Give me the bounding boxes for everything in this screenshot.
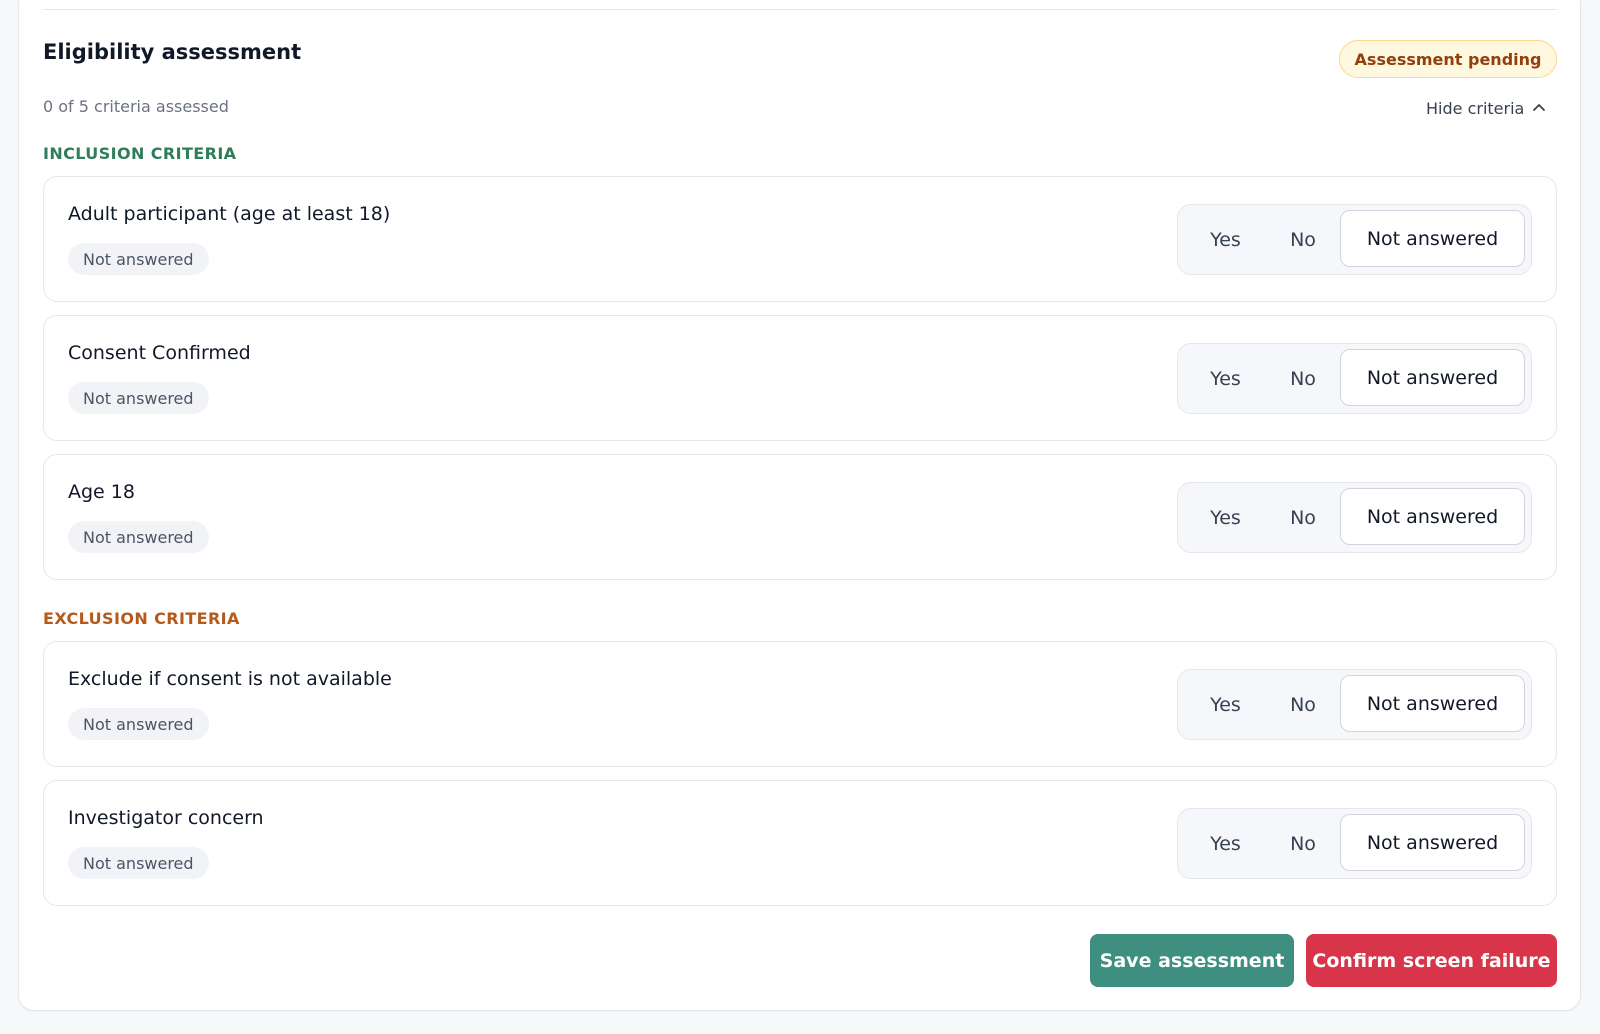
top-divider [43,9,1557,10]
hide-criteria-label: Hide criteria [1426,98,1525,118]
exclusion-criteria-heading: EXCLUSION CRITERIA [43,609,240,628]
save-assessment-button[interactable]: Save assessment [1090,934,1294,987]
answer-not-answered-button[interactable]: Not answered [1340,814,1525,871]
chevron-up-icon [1533,104,1546,111]
answer-selector: Yes No Not answered [1177,669,1532,740]
criterion-title: Consent Confirmed [68,342,251,364]
answer-selector: Yes No Not answered [1177,343,1532,414]
answer-yes-button[interactable]: Yes [1178,670,1273,739]
answer-no-button[interactable]: No [1270,344,1336,413]
answer-yes-button[interactable]: Yes [1178,205,1273,274]
answer-not-answered-button[interactable]: Not answered [1340,349,1525,406]
criterion-title: Investigator concern [68,807,264,829]
criterion-card: Investigator concern Not answered Yes No… [43,780,1557,906]
hide-criteria-toggle[interactable]: Hide criteria [1426,95,1546,121]
criterion-card: Exclude if consent is not available Not … [43,641,1557,767]
criterion-card: Age 18 Not answered Yes No Not answered [43,454,1557,580]
page-title: Eligibility assessment [43,40,302,64]
answer-selector: Yes No Not answered [1177,808,1532,879]
criterion-title: Exclude if consent is not available [68,668,392,690]
criterion-title: Adult participant (age at least 18) [68,203,391,225]
criterion-status: Not answered [68,521,209,553]
inclusion-criteria-heading: INCLUSION CRITERIA [43,144,237,163]
answer-selector: Yes No Not answered [1177,482,1532,553]
criterion-status: Not answered [68,382,209,414]
answer-selector: Yes No Not answered [1177,204,1532,275]
answer-not-answered-button[interactable]: Not answered [1340,210,1525,267]
answer-yes-button[interactable]: Yes [1178,483,1273,552]
answer-yes-button[interactable]: Yes [1178,809,1273,878]
criterion-status: Not answered [68,847,209,879]
criterion-status: Not answered [68,243,209,275]
criterion-card: Consent Confirmed Not answered Yes No No… [43,315,1557,441]
answer-not-answered-button[interactable]: Not answered [1340,488,1525,545]
answer-no-button[interactable]: No [1270,809,1336,878]
status-badge: Assessment pending [1339,40,1557,78]
criterion-card: Adult participant (age at least 18) Not … [43,176,1557,302]
criterion-title: Age 18 [68,481,135,503]
answer-yes-button[interactable]: Yes [1178,344,1273,413]
answer-no-button[interactable]: No [1270,670,1336,739]
criterion-status: Not answered [68,708,209,740]
answer-not-answered-button[interactable]: Not answered [1340,675,1525,732]
answer-no-button[interactable]: No [1270,483,1336,552]
criteria-progress: 0 of 5 criteria assessed [43,97,229,116]
confirm-screen-failure-button[interactable]: Confirm screen failure [1306,934,1557,987]
answer-no-button[interactable]: No [1270,205,1336,274]
